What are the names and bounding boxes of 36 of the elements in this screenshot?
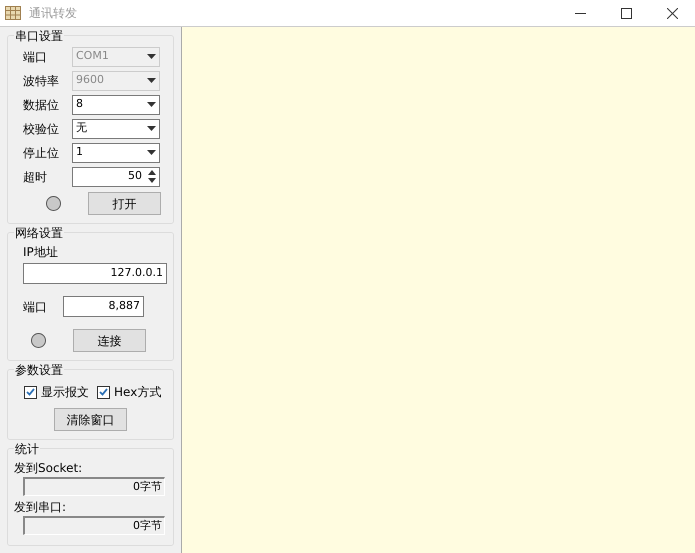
maximize-icon — [620, 8, 632, 18]
field-label: 波特率 — [22, 72, 60, 90]
spin-field[interactable]: 50 — [72, 166, 160, 186]
port-field[interactable]: 8,887 — [63, 296, 144, 317]
clear-button[interactable]: 清除窗口 — [54, 408, 127, 431]
ip-field[interactable]: 127.0.0.1 — [23, 263, 167, 284]
caret-icon — [147, 102, 156, 107]
field-label: 停止位 — [22, 144, 60, 162]
checkbox-label: Hex方式 — [114, 384, 162, 401]
caret-icon — [147, 150, 156, 155]
close-icon — [666, 8, 678, 18]
field-label: 端口 — [23, 298, 48, 316]
checkbox[interactable] — [24, 386, 37, 398]
field-label: 校验位 — [22, 120, 60, 138]
caret-icon — [147, 126, 156, 131]
stat-value: 0字节 — [23, 477, 165, 496]
field-label: IP地址 — [23, 244, 59, 261]
action-button[interactable]: 连接 — [73, 329, 146, 352]
action-button[interactable]: 打开 — [88, 192, 161, 215]
checkbox-label: 显示报文 — [41, 384, 89, 401]
dropdown[interactable]: 8 — [72, 94, 160, 114]
caret-icon — [147, 54, 156, 59]
dropdown[interactable]: 无 — [72, 118, 160, 138]
caret-icon — [147, 78, 156, 83]
field-label: 端口 — [22, 48, 48, 66]
checkbox[interactable] — [97, 386, 110, 398]
window-title: 通讯转发 — [29, 5, 77, 22]
app-icon — [5, 6, 21, 20]
spinner-icon — [148, 170, 156, 183]
field-label: 超时 — [22, 168, 48, 186]
stat-label: 发到Socket: — [14, 460, 84, 477]
stat-label: 发到串口: — [14, 499, 68, 516]
group-title: 参数设置 — [14, 361, 64, 379]
dropdown[interactable]: 1 — [72, 142, 160, 162]
stat-value: 0字节 — [23, 516, 165, 535]
field-label: 数据位 — [22, 96, 60, 114]
